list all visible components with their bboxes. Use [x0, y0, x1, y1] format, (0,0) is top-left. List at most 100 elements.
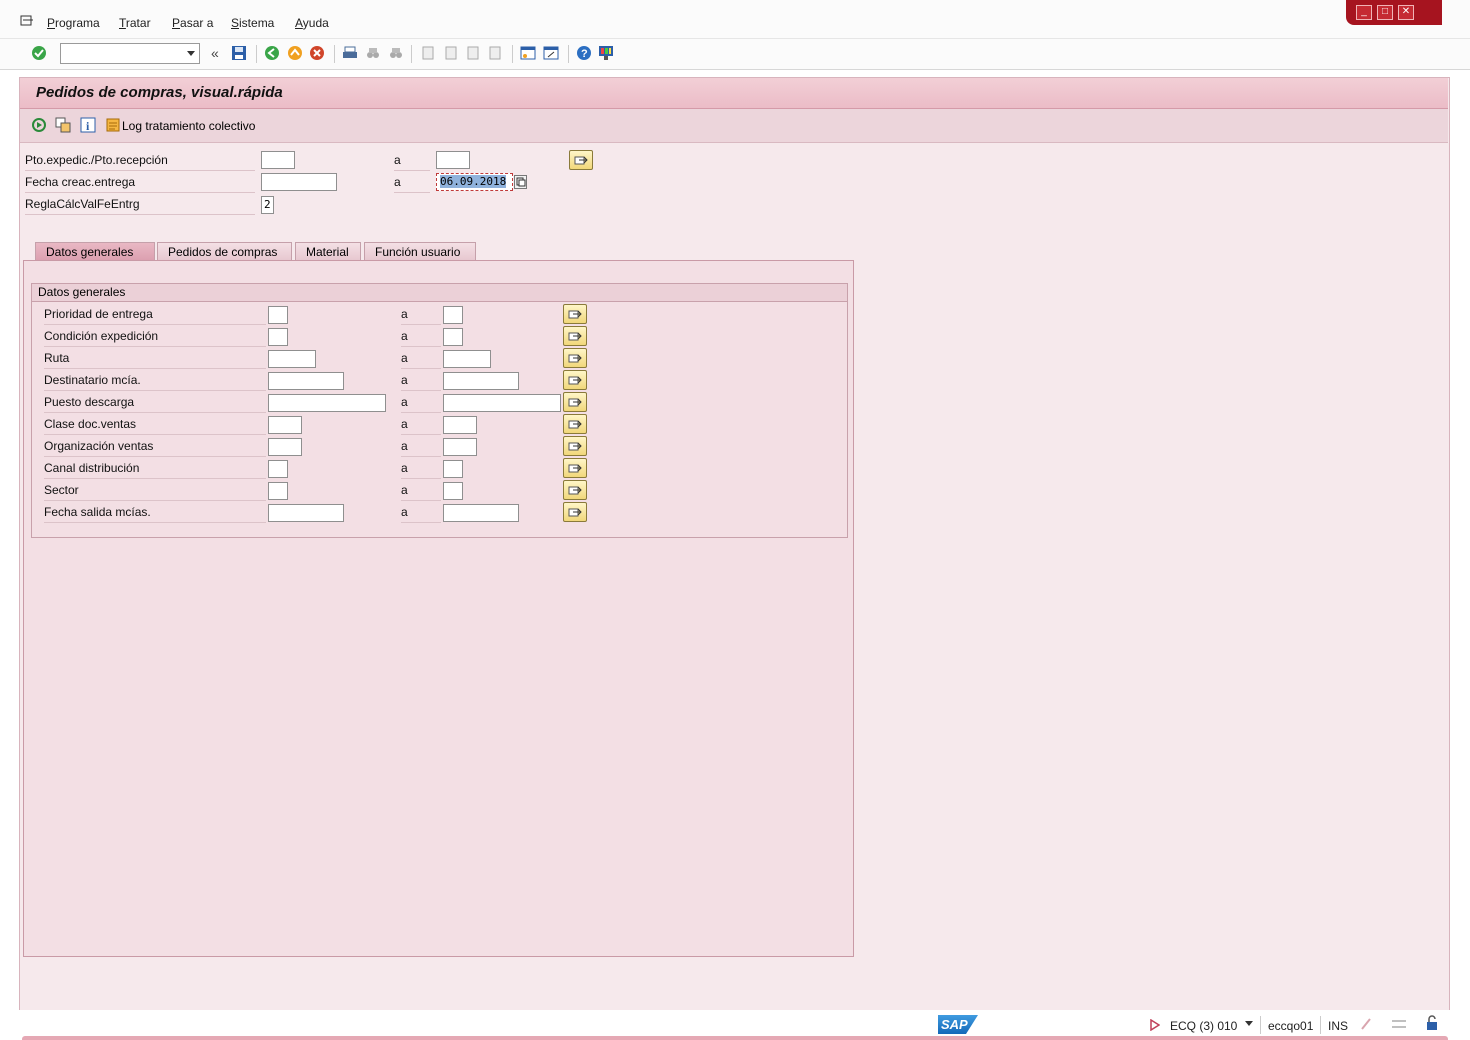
multiple-selection-button[interactable] [563, 458, 587, 478]
minimize-icon[interactable]: _ [1356, 5, 1372, 20]
menu-sistema[interactable]: Sistema [231, 16, 274, 30]
ship-to-party-to-input[interactable] [443, 372, 519, 390]
shortcut-icon[interactable] [543, 45, 559, 64]
chevron-down-icon[interactable] [1245, 1021, 1253, 1026]
menu-tratar[interactable]: Tratar [119, 16, 151, 30]
log-icon[interactable] [105, 117, 121, 136]
back-icon[interactable] [264, 45, 280, 64]
sales-doc-type-to-input[interactable] [443, 416, 477, 434]
route-from-input[interactable] [268, 350, 316, 368]
chevron-down-icon[interactable] [187, 51, 195, 56]
delivery-date-to-input[interactable]: 06.09.2018 [436, 173, 513, 191]
shipping-condition-from-input[interactable] [268, 328, 288, 346]
field-label-sales-doc-type: Clase doc.ventas [44, 417, 266, 435]
save-icon[interactable] [231, 45, 247, 64]
previous-page-icon[interactable] [443, 45, 459, 64]
tab-pedidos-de-compras[interactable]: Pedidos de compras [157, 242, 292, 260]
svg-text:?: ? [581, 48, 588, 60]
calendar-icon[interactable] [514, 175, 527, 189]
log-button[interactable]: Log tratamiento colectivo [122, 119, 255, 133]
pen-icon [1360, 1017, 1372, 1034]
delivery-date-from-input[interactable] [261, 173, 337, 191]
tab-funcion-usuario[interactable]: Función usuario [364, 242, 476, 260]
enter-check-icon[interactable] [31, 45, 47, 61]
new-session-icon[interactable] [520, 45, 536, 64]
multiple-selection-button[interactable] [563, 392, 587, 412]
variant-icon[interactable] [55, 117, 71, 136]
arrow-right-icon [568, 354, 582, 363]
field-label-unloading-point: Puesto descarga [44, 395, 266, 413]
menu-pasar-a[interactable]: Pasar a [172, 16, 213, 30]
distribution-channel-from-input[interactable] [268, 460, 288, 478]
field-label-division: Sector [44, 483, 266, 501]
next-page-icon[interactable] [465, 45, 481, 64]
shipping-point-from-input[interactable] [261, 151, 295, 169]
standard-toolbar [0, 39, 1470, 70]
collapse-icon[interactable]: « [211, 45, 219, 61]
division-to-input[interactable] [443, 482, 463, 500]
maximize-icon[interactable]: □ [1377, 5, 1393, 20]
exit-icon[interactable] [287, 45, 303, 64]
tab-material[interactable]: Material [295, 242, 361, 260]
toolbar-separator [512, 45, 513, 63]
field-label-goods-issue-date: Fecha salida mcías. [44, 505, 266, 523]
window-controls: _ □ ✕ [1346, 0, 1442, 25]
arrow-right-icon [568, 376, 582, 385]
multiple-selection-button[interactable] [563, 480, 587, 500]
distribution-channel-to-input[interactable] [443, 460, 463, 478]
to-label: a [401, 417, 441, 435]
division-from-input[interactable] [268, 482, 288, 500]
toolbar-separator [568, 45, 569, 63]
cancel-icon[interactable] [309, 45, 325, 64]
to-label: a [401, 329, 441, 347]
info-icon[interactable]: i [80, 117, 96, 136]
delivery-priority-from-input[interactable] [268, 306, 288, 324]
arrow-right-icon [574, 156, 588, 165]
print-icon[interactable] [342, 45, 358, 64]
to-label: a [401, 351, 441, 369]
multiple-selection-button[interactable] [563, 326, 587, 346]
sales-org-from-input[interactable] [268, 438, 302, 456]
multiple-selection-button[interactable] [563, 304, 587, 324]
multiple-selection-button[interactable] [563, 370, 587, 390]
arrow-right-icon [568, 464, 582, 473]
menu-icon[interactable] [20, 15, 34, 27]
field-label-delivery-priority: Prioridad de entrega [44, 307, 266, 325]
shipping-condition-to-input[interactable] [443, 328, 463, 346]
multiple-selection-button[interactable] [563, 414, 587, 434]
delivery-priority-to-input[interactable] [443, 306, 463, 324]
field-label-shipping-condition: Condición expedición [44, 329, 266, 347]
command-field[interactable] [60, 43, 200, 64]
help-icon[interactable]: ? [576, 45, 592, 64]
sales-doc-type-from-input[interactable] [268, 416, 302, 434]
goods-issue-date-from-input[interactable] [268, 504, 344, 522]
first-page-icon[interactable] [420, 45, 436, 64]
date-rule-input[interactable]: 2 [261, 196, 274, 214]
tab-datos-generales[interactable]: Datos generales [35, 242, 155, 260]
insert-mode: INS [1328, 1019, 1349, 1033]
multiple-selection-button[interactable] [563, 348, 587, 368]
execute-icon[interactable] [31, 117, 47, 136]
find-next-icon[interactable] [388, 45, 404, 64]
last-page-icon[interactable] [487, 45, 503, 64]
sales-org-to-input[interactable] [443, 438, 477, 456]
goods-issue-date-to-input[interactable] [443, 504, 519, 522]
unloading-point-from-input[interactable] [268, 394, 386, 412]
multiple-selection-button[interactable] [563, 436, 587, 456]
find-icon[interactable] [365, 45, 381, 64]
multiple-selection-button[interactable] [563, 502, 587, 522]
menu-programa[interactable]: Programa [47, 16, 100, 30]
multiple-selection-button[interactable] [569, 150, 593, 170]
transfer-icon [1390, 1017, 1408, 1034]
ship-to-party-from-input[interactable] [268, 372, 344, 390]
customize-layout-icon[interactable] [598, 45, 614, 64]
close-icon[interactable]: ✕ [1398, 5, 1414, 20]
server-name: eccqo01 [1268, 1019, 1314, 1033]
status-separator [1320, 1016, 1321, 1034]
sap-logo-text: SAP [941, 1017, 968, 1032]
route-to-input[interactable] [443, 350, 491, 368]
menu-ayuda[interactable]: Ayuda [295, 16, 329, 30]
play-icon[interactable] [1150, 1018, 1161, 1034]
shipping-point-to-input[interactable] [436, 151, 470, 169]
unloading-point-to-input[interactable] [443, 394, 561, 412]
